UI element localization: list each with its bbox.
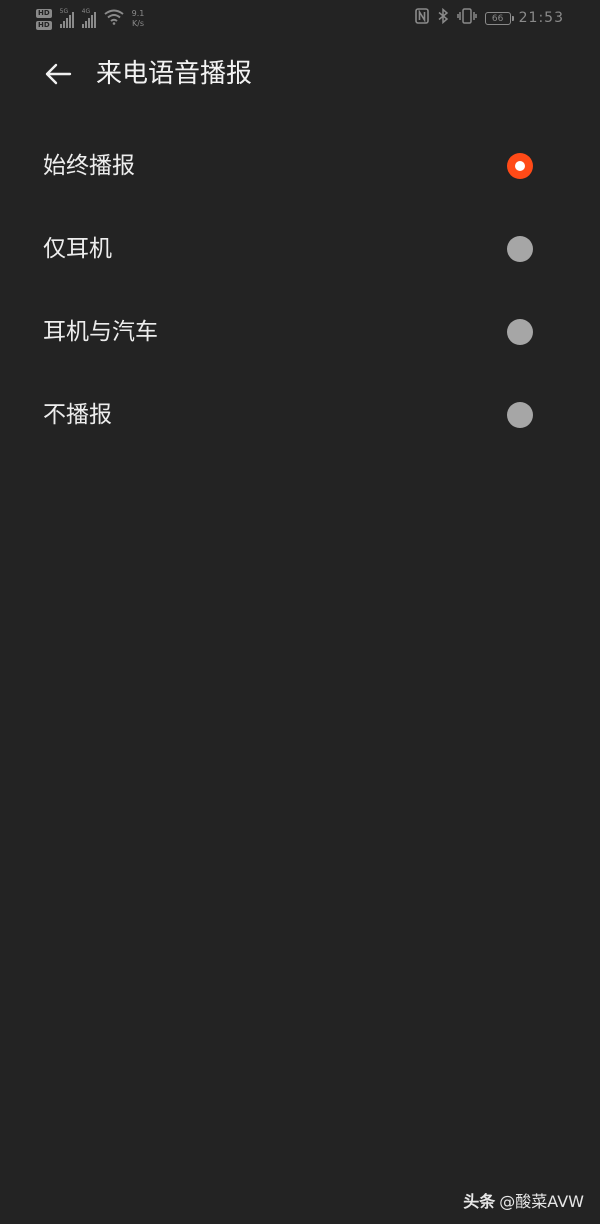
signal-icon: 4G bbox=[81, 8, 96, 28]
status-right-group: 66 21:53 bbox=[414, 7, 564, 28]
battery-icon: 66 bbox=[484, 11, 514, 25]
status-left-group: HD HD 5G 4G 9.1 K/s bbox=[36, 4, 144, 34]
hd-badge: HD bbox=[36, 20, 52, 30]
option-always-broadcast[interactable]: 始终播报 bbox=[0, 125, 600, 208]
radio-button[interactable] bbox=[507, 402, 533, 428]
option-label: 仅耳机 bbox=[43, 236, 112, 262]
vibrate-icon bbox=[456, 8, 477, 28]
network-gen-label: 4G bbox=[81, 8, 91, 15]
option-headphones-and-car[interactable]: 耳机与汽车 bbox=[0, 291, 600, 374]
wifi-icon bbox=[104, 9, 124, 29]
option-no-broadcast[interactable]: 不播报 bbox=[0, 374, 600, 457]
watermark-handle: @酸菜AVW bbox=[499, 1192, 584, 1211]
status-clock: 21:53 bbox=[518, 10, 564, 26]
status-bar: HD HD 5G 4G 9.1 K/s 66 21:53 bbox=[0, 0, 600, 40]
option-label: 耳机与汽车 bbox=[43, 319, 158, 345]
network-speed-value: 9.1 bbox=[131, 9, 145, 18]
page-title: 来电语音播报 bbox=[96, 59, 253, 89]
back-button[interactable] bbox=[36, 54, 80, 98]
watermark-brand: 头条 bbox=[463, 1192, 496, 1211]
signal-icon: 5G bbox=[59, 8, 74, 28]
radio-button-selected[interactable] bbox=[507, 153, 533, 179]
option-label: 始终播报 bbox=[43, 153, 135, 179]
radio-button[interactable] bbox=[507, 319, 533, 345]
network-speed-unit: K/s bbox=[131, 19, 145, 28]
broadcast-options-list: 始终播报 仅耳机 耳机与汽车 不播报 bbox=[0, 125, 600, 457]
bluetooth-icon bbox=[437, 7, 449, 28]
hd-badges: HD HD bbox=[36, 8, 52, 30]
app-header: 来电语音播报 bbox=[0, 46, 600, 102]
nfc-icon bbox=[414, 8, 429, 28]
radio-button[interactable] bbox=[507, 236, 533, 262]
option-label: 不播报 bbox=[43, 402, 112, 428]
back-arrow-icon bbox=[44, 62, 72, 90]
network-gen-label: 5G bbox=[59, 8, 69, 15]
hd-badge: HD bbox=[36, 8, 52, 18]
watermark: 头条 @酸菜AVW bbox=[463, 1188, 584, 1212]
option-headphones-only[interactable]: 仅耳机 bbox=[0, 208, 600, 291]
network-speed: 9.1 K/s bbox=[132, 9, 145, 29]
